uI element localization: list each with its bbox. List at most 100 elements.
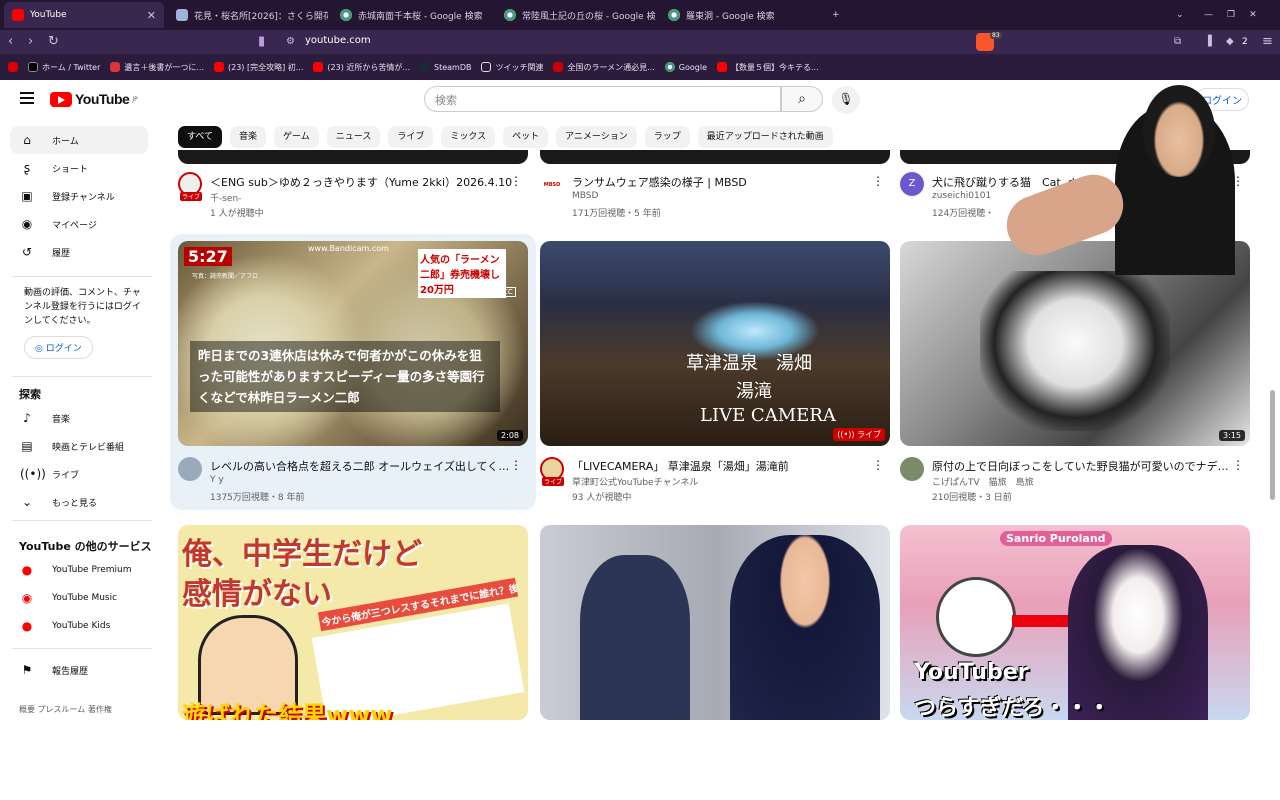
chip[interactable]: 最近アップロードされた動画	[697, 126, 833, 148]
video-thumbnail[interactable]: 俺、中学生だけど 感情がない 今から俺が三つレスするそれまでに誰れ？後 遊ばれた…	[178, 525, 528, 720]
forward-icon[interactable]: ›	[28, 35, 33, 49]
menu-icon[interactable]: ≡	[1262, 35, 1273, 49]
bookmark-item[interactable]: (23) [完全攻略] 初...	[214, 62, 303, 73]
tab-google-2[interactable]: 常陸風土記の丘の桜 - Google 検索	[496, 2, 656, 28]
sidebar-item-live[interactable]: ((•)) ライブ	[10, 460, 148, 488]
sidebar-item-more[interactable]: ⌄ もっと見る	[10, 488, 148, 516]
more-options-icon[interactable]: ⋮	[510, 174, 522, 188]
footer-links[interactable]: 概要 プレスルーム 著作権	[19, 704, 112, 715]
search-input[interactable]: 検索	[424, 86, 781, 112]
video-thumbnail[interactable]	[178, 150, 528, 164]
youtube-logo[interactable]: YouTube JP	[50, 91, 138, 107]
url-field[interactable]: youtube.com	[305, 35, 371, 46]
video-title[interactable]: レベルの高い合格点を超える二郎 オールウェイズ出してくれる	[210, 458, 515, 474]
sidebar-item-you[interactable]: ◉ マイページ	[10, 210, 148, 238]
sidebar-item-music[interactable]: ♪ 音楽	[10, 404, 148, 432]
chip[interactable]: アニメーション	[556, 126, 637, 148]
more-options-icon[interactable]: ⋮	[510, 458, 522, 472]
sidebar-item-movies[interactable]: ▤ 映画とテレビ番組	[10, 432, 148, 460]
more-options-icon[interactable]: ⋮	[872, 458, 884, 472]
sidebar-item-music-app[interactable]: ◉ YouTube Music	[10, 584, 148, 612]
site-info-icon[interactable]: ⚙	[286, 35, 295, 49]
tab-google-3[interactable]: 羅東洞 - Google 検索	[660, 2, 820, 28]
scrollbar[interactable]	[1268, 220, 1276, 800]
sidebar-item-subscriptions[interactable]: ▣ 登録チャンネル	[10, 182, 148, 210]
video-card[interactable]: MBSD ランサムウェア感染の様子 | MBSD MBSD 171万回視聴・5 …	[540, 150, 890, 220]
channel-name[interactable]: Y y	[210, 475, 224, 485]
hamburger-menu-icon[interactable]	[20, 92, 34, 104]
bookmark-item[interactable]: 【数量５個】今キテる...	[717, 62, 819, 73]
video-title[interactable]: ＜ENG sub＞ゆめ２っきやります（Yume 2kki）2026.4.10	[210, 174, 515, 190]
bookmark-item[interactable]: ホーム / Twitter	[28, 62, 100, 73]
sidebar-item-premium[interactable]: ● YouTube Premium	[10, 556, 148, 584]
tab-list-icon[interactable]: ⌄	[1168, 2, 1188, 28]
restore-icon[interactable]: ❐	[1227, 10, 1235, 20]
scrollbar-thumb[interactable]	[1270, 390, 1275, 500]
tab-youtube[interactable]: YouTube ✕	[4, 2, 164, 28]
bookmark-item[interactable]: Google	[664, 62, 707, 72]
video-card[interactable]: ライブ ＜ENG sub＞ゆめ２っきやります（Yume 2kki）2026.4.…	[178, 150, 528, 220]
chip[interactable]: ニュース	[326, 126, 381, 148]
minimize-icon[interactable]: —	[1204, 10, 1213, 20]
search-button[interactable]: ⌕	[781, 86, 823, 112]
channel-avatar[interactable]	[900, 457, 924, 481]
chip[interactable]: すべて	[178, 126, 223, 148]
close-tab-icon[interactable]: ✕	[147, 9, 156, 22]
video-card[interactable]: Sanrio Puroland YouTuber つらすぎだろ・・・	[900, 525, 1250, 720]
video-card[interactable]: 俺、中学生だけど 感情がない 今から俺が三つレスするそれまでに誰れ？後 遊ばれた…	[178, 525, 528, 720]
new-tab-button[interactable]: +	[824, 2, 844, 28]
reload-icon[interactable]: ↻	[48, 35, 59, 49]
video-thumbnail[interactable]	[540, 150, 890, 164]
back-icon[interactable]: ‹	[8, 35, 13, 49]
video-title[interactable]: ランサムウェア感染の様子 | MBSD	[572, 174, 877, 190]
chip[interactable]: ラップ	[644, 126, 690, 148]
more-options-icon[interactable]: ⋮	[1232, 458, 1244, 472]
channel-name[interactable]: zuseichi0101	[932, 191, 991, 201]
bookmark-folder[interactable]: ツイッチ関連	[481, 62, 543, 73]
video-thumbnail[interactable]: 5:27 www.Bandicam.com 写真：読売新聞／アフロ 人気の「ラー…	[178, 241, 528, 446]
chip[interactable]: ゲーム	[274, 126, 319, 148]
video-title[interactable]: 「LIVECAMERA」 草津温泉「湯畑」湯滝前	[572, 458, 877, 474]
video-card[interactable]: 3:15 原付の上で日向ぼっこをしていた野良猫が可愛いのでナデナデ こげぱんTV…	[900, 241, 1250, 511]
channel-avatar[interactable]: Z	[900, 172, 924, 196]
chip[interactable]: 音楽	[230, 126, 267, 148]
channel-avatar[interactable]	[178, 457, 202, 481]
channel-name[interactable]: 千-sen-	[210, 191, 241, 204]
sidebar-item-kids[interactable]: ● YouTube Kids	[10, 612, 148, 640]
sidebar-toggle-icon[interactable]: ▐	[1204, 35, 1212, 49]
close-window-icon[interactable]: ✕	[1249, 10, 1257, 20]
google-favicon-icon	[340, 9, 352, 21]
wallet-icon[interactable]: ◆	[1226, 35, 1234, 49]
more-options-icon[interactable]: ⋮	[872, 174, 884, 188]
extensions-icon[interactable]: ⧉	[1174, 35, 1181, 49]
video-thumbnail[interactable]: Sanrio Puroland YouTuber つらすぎだろ・・・	[900, 525, 1250, 720]
video-card[interactable]: 草津温泉 湯畑 湯滝 LIVE CAMERA ((•)) ライブ ライブ 「LI…	[540, 241, 890, 511]
channel-name[interactable]: 草津町公式YouTubeチャンネル	[572, 475, 698, 488]
sidebar-login-button[interactable]: ◎ ログイン	[24, 336, 93, 359]
bookmark-item[interactable]: 遺言＋後書が一つに...	[110, 62, 204, 73]
bookmark-item[interactable]: (23) 近所から苦情が...	[313, 62, 410, 73]
video-thumbnail[interactable]: 草津温泉 湯畑 湯滝 LIVE CAMERA ((•)) ライブ	[540, 241, 890, 446]
person-head-image	[1143, 85, 1215, 177]
chip[interactable]: ペット	[503, 126, 549, 148]
bookmark-item[interactable]: SteamDB	[419, 62, 471, 72]
chip[interactable]: ミックス	[441, 126, 496, 148]
voice-search-button[interactable]: 🎙	[832, 86, 860, 114]
chip[interactable]: ライブ	[388, 126, 434, 148]
sidebar-item-home[interactable]: ⌂ ホーム	[10, 126, 148, 154]
sidebar-item-shorts[interactable]: ʂ ショート	[10, 154, 148, 182]
sidebar-item-history[interactable]: ↺ 履歴	[10, 238, 148, 266]
video-card[interactable]	[540, 525, 890, 720]
bookmark-item[interactable]: 全国のラーメン通必見...	[553, 62, 655, 73]
tab-sakura[interactable]: 花見・桜名所[2026]：さくら開花情報	[168, 2, 328, 28]
video-card[interactable]: 5:27 www.Bandicam.com 写真：読売新聞／アフロ 人気の「ラー…	[178, 241, 528, 511]
video-thumbnail[interactable]	[540, 525, 890, 720]
bookmark-icon[interactable]: ▮	[258, 35, 265, 49]
tab-google-1[interactable]: 赤城南面千本桜 - Google 検索	[332, 2, 492, 28]
video-title[interactable]: 原付の上で日向ぼっこをしていた野良猫が可愛いのでナデナデ	[932, 458, 1237, 474]
bookmark-item[interactable]	[8, 62, 18, 72]
channel-name[interactable]: MBSD	[572, 191, 598, 201]
sidebar-item-report[interactable]: ⚑ 報告履歴	[10, 656, 148, 684]
channel-name[interactable]: こげぱんTV 猫旅 島旅	[932, 475, 1034, 488]
channel-avatar[interactable]: MBSD	[540, 178, 564, 192]
